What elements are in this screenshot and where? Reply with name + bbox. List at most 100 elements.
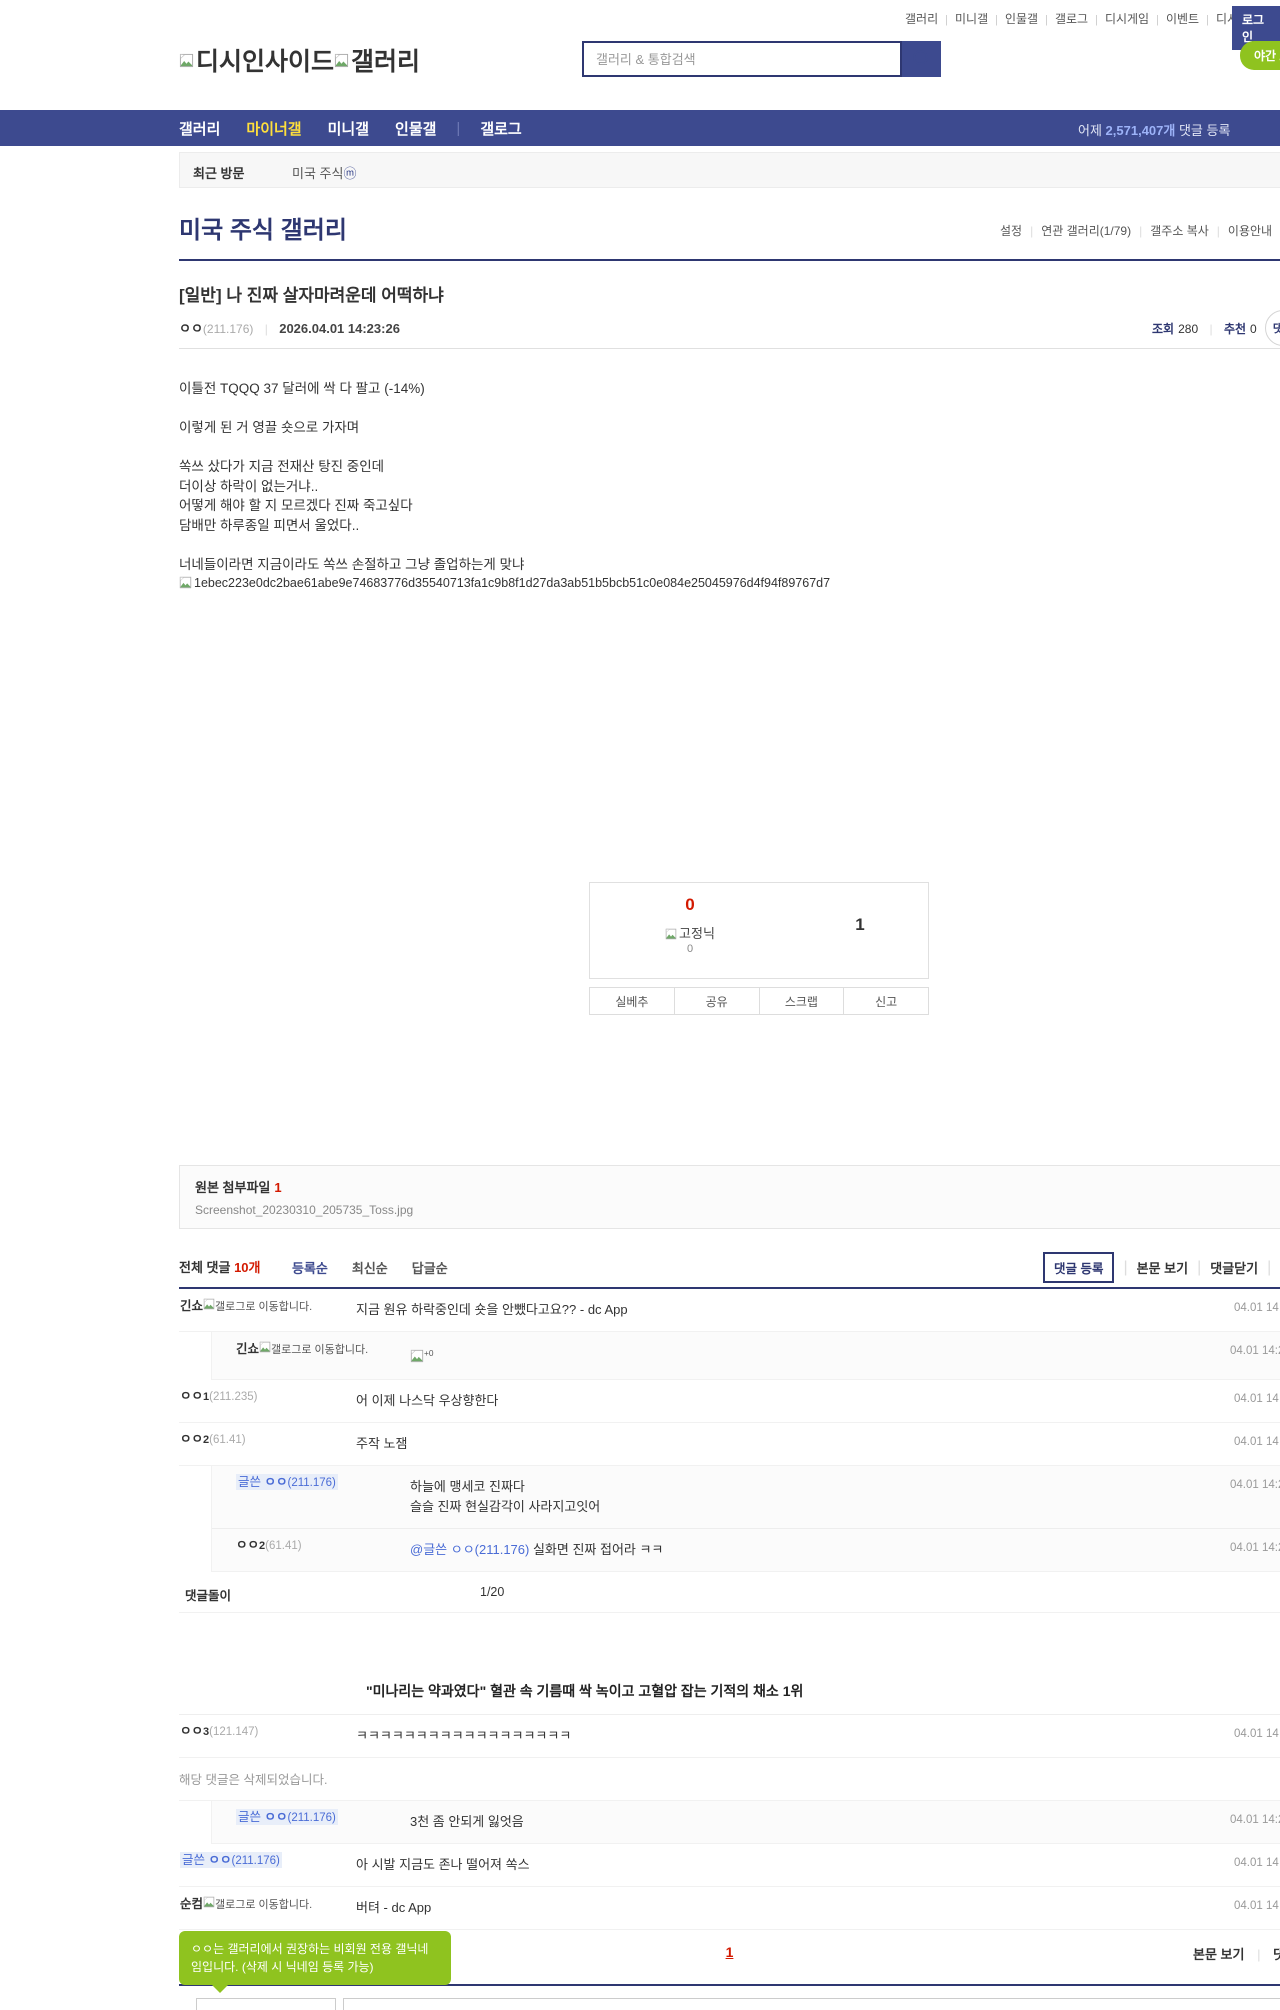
comment-date: 04.01 14 xyxy=(1234,1436,1279,1449)
divider: | xyxy=(1156,14,1159,26)
comment-author[interactable]: ㅇㅇ1(211.235) xyxy=(180,1389,338,1404)
guide-link[interactable]: 이용안내 xyxy=(1228,224,1272,238)
site-logo[interactable]: 디시인사이드 갤러리 xyxy=(179,42,420,78)
divider: | xyxy=(1123,1258,1128,1276)
comment-date: 04.01 14:2 xyxy=(1230,1542,1280,1555)
share-button[interactable]: 공유 xyxy=(674,987,760,1015)
close-comments-link[interactable]: 댓글닫기 xyxy=(1210,1258,1258,1277)
reply-row: 글쓴 ㅇㅇ(211.176) 3천 좀 안되게 잃엇음 04.01 14:2 xyxy=(212,1801,1280,1843)
divider: | xyxy=(1206,14,1209,26)
main-navbar: 갤러리 마이너갤 미니갤 인물갤 | 갤로그 어제 2,571,407개 댓글 … xyxy=(0,110,1280,146)
comment-text: @글쓴 ㅇㅇ(211.176) 실화면 진짜 접어라 ㅋㅋ xyxy=(410,1542,664,1558)
silbechu-button[interactable]: 실베추 xyxy=(589,987,675,1015)
search-bar xyxy=(582,41,941,77)
comments-header: 전체 댓글 10개 등록순 최신순 답글순 댓글 등록 | 본문 보기 | 댓글… xyxy=(179,1252,1280,1289)
logo-alt-text: 갤러리 xyxy=(351,48,421,76)
comment-author-op[interactable]: 글쓴 ㅇㅇ(211.176) xyxy=(236,1474,394,1491)
gallog-alt-text: 갤로그로 이동합니다. xyxy=(215,1899,313,1912)
util-link-gallery[interactable]: 갤러리 xyxy=(905,12,938,26)
broken-image-icon xyxy=(179,576,192,589)
dccon-alt-text: +0 xyxy=(424,1348,434,1358)
post-author[interactable]: ㅇㅇ xyxy=(179,321,203,336)
attachment-box: 원본 첨부파일 1 Screenshot_20230310_205735_Toss… xyxy=(179,1165,1280,1229)
post-body-line xyxy=(179,535,1280,555)
util-link-gallog[interactable]: 갤로그 xyxy=(1055,12,1088,26)
comment-jump-button[interactable]: 댓글 xyxy=(1265,310,1280,346)
op-badge: 글쓴 xyxy=(238,1475,262,1490)
comment-text: 아 시발 지금도 존나 떨어져 쏙스 xyxy=(356,1857,530,1873)
comment-textarea[interactable] xyxy=(343,1998,1280,2010)
related-galleries-link[interactable]: 연관 갤러리(1/79) xyxy=(1041,224,1131,238)
scrap-button[interactable]: 스크랩 xyxy=(759,987,845,1015)
sort-replies[interactable]: 답글순 xyxy=(412,1258,448,1277)
settings-link[interactable]: 설정 xyxy=(1000,224,1022,238)
util-link-event[interactable]: 이벤트 xyxy=(1166,12,1199,26)
comment-author[interactable]: ㅇㅇ3(121.147) xyxy=(180,1724,338,1739)
copy-url-link[interactable]: 갤주소 복사 xyxy=(1150,224,1209,238)
divider: | xyxy=(1267,1258,1272,1276)
minor-gallery-badge-icon: ⓜ xyxy=(343,166,357,181)
post-body-line: 어떻게 해야 할 지 모르겠다 진짜 죽고싶다 xyxy=(179,498,413,513)
upvote-value: 0 xyxy=(1250,322,1257,336)
nav-items: 갤러리 마이너갤 미니갤 인물갤 | 갤로그 xyxy=(179,110,548,146)
close-comments-link[interactable]: 댓글닫기 xyxy=(1273,1947,1280,1962)
post-author-ip: (211.176) xyxy=(202,322,254,336)
broken-image-icon xyxy=(410,1350,424,1363)
broken-image-icon xyxy=(665,928,677,940)
comment-author[interactable]: 긴쇼 갤로그로 이동합니다. xyxy=(180,1298,338,1314)
comment-author-op[interactable]: 글쓴 ㅇㅇ(211.176) xyxy=(180,1852,338,1869)
reply-row: 긴쇼 갤로그로 이동합니다. +0 04.01 14:2 xyxy=(212,1332,1280,1379)
sort-newest[interactable]: 최신순 xyxy=(352,1258,388,1277)
util-link-persongal[interactable]: 인물갤 xyxy=(1005,12,1038,26)
comment-text: 주작 노잼 xyxy=(356,1436,408,1452)
divider: | xyxy=(1216,224,1220,238)
comment-text: 버텨 - dc App xyxy=(356,1900,432,1916)
comment-date: 04.01 14:2 xyxy=(1230,1345,1280,1357)
search-button[interactable] xyxy=(902,41,941,77)
dcinside-page: 갤러리|미니갤|인물갤|갤로그|디시게임|이벤트|디시콘 로그인 야간 모드 디… xyxy=(0,0,1280,2010)
comments-total: 전체 댓글 10개 xyxy=(179,1260,261,1275)
comment-author[interactable]: 순컴 갤로그로 이동합니다. xyxy=(180,1896,338,1912)
comment-author[interactable]: 긴쇼 갤로그로 이동합니다. xyxy=(236,1341,394,1357)
nav-gallog[interactable]: 갤로그 xyxy=(480,118,521,139)
recent-visit-gallery-link[interactable]: 미국 주식ⓜ xyxy=(292,163,356,182)
comment-author[interactable]: ㅇㅇ2(61.41) xyxy=(236,1538,394,1553)
nickname-input[interactable] xyxy=(196,1998,336,2010)
nav-person-gallery[interactable]: 인물갤 xyxy=(395,118,436,139)
ad-link[interactable]: "미나리는 약과였다" 혈관 속 기름때 싹 녹이고 고혈압 잡는 기적의 채소… xyxy=(366,1681,803,1701)
attachment-label: 원본 첨부파일 1 xyxy=(195,1180,282,1195)
comment-row: ㅇㅇ1(211.235) 어 이제 나스닥 우상향한다 04.01 14 xyxy=(179,1380,1280,1424)
comment-list: 긴쇼 갤로그로 이동합니다. 지금 원유 하락중인데 숏을 안뺐다고요?? - d… xyxy=(179,1289,1280,1931)
comment-text: 어 이제 나스닥 우상향한다 xyxy=(356,1393,499,1409)
comment-register-button[interactable]: 댓글 등록 xyxy=(1043,1252,1115,1283)
fixed-nick-upvote: 고정닉 xyxy=(630,923,750,942)
nav-gallery[interactable]: 갤러리 xyxy=(179,118,220,139)
comment-paging-row: 댓글돌이 1/20 xyxy=(179,1572,1280,1614)
mention-link[interactable]: @글쓴 ㅇㅇ(211.176) xyxy=(410,1542,529,1557)
broken-image-icon xyxy=(259,1341,271,1353)
search-input[interactable] xyxy=(582,41,902,77)
comment-author-op[interactable]: 글쓴 ㅇㅇ(211.176) xyxy=(236,1809,394,1826)
post-body-line: 너네들이라면 지금이라도 쏙쓰 손절하고 그냥 졸업하는게 맞냐 xyxy=(179,556,525,572)
nav-minor-gallery[interactable]: 마이너갤 xyxy=(246,118,301,139)
util-link-minigal[interactable]: 미니갤 xyxy=(955,12,988,26)
post-body-line: 이틀전 TQQQ 37 달러에 싹 다 팔고 (-14%) xyxy=(179,381,425,396)
util-link-dcgame[interactable]: 디시게임 xyxy=(1105,12,1149,26)
view-post-link[interactable]: 본문 보기 xyxy=(1193,1947,1244,1962)
sort-registered[interactable]: 등록순 xyxy=(292,1258,328,1277)
report-button[interactable]: 신고 xyxy=(844,987,929,1015)
post-body: 이틀전 TQQQ 37 달러에 싹 다 팔고 (-14%) 이렇게 된 거 영끌 … xyxy=(179,379,1280,574)
reply-row: ㅇㅇ2(61.41) @글쓴 ㅇㅇ(211.176) 실화면 진짜 접어라 ㅋㅋ… xyxy=(212,1529,1280,1571)
view-post-link[interactable]: 본문 보기 xyxy=(1137,1258,1188,1277)
main-column: 미국 주식 갤러리 설정 | 연관 갤러리(1/79) | 갤주소 복사 | 이용안내 [일… xyxy=(179,188,1280,2010)
attachment-filename[interactable]: Screenshot_20230310_205735_Toss.jpg xyxy=(195,1203,1280,1217)
site-header: 디시인사이드 갤러리 xyxy=(0,36,1280,110)
fixed-nick-label: 고정닉 xyxy=(679,926,715,941)
broken-image-icon xyxy=(203,1298,215,1310)
comment-date: 04.01 14 xyxy=(1234,1393,1279,1406)
comment-date: 04.01 14 xyxy=(1234,1900,1279,1913)
comment-counter: 어제 2,571,407개 댓글 등록 xyxy=(1078,123,1231,138)
comment-author[interactable]: ㅇㅇ2(61.41) xyxy=(180,1432,338,1447)
gallery-header-links: 설정 | 연관 갤러리(1/79) | 갤주소 복사 | 이용안내 xyxy=(1000,222,1272,239)
nav-mini-gallery[interactable]: 미니갤 xyxy=(328,118,369,139)
